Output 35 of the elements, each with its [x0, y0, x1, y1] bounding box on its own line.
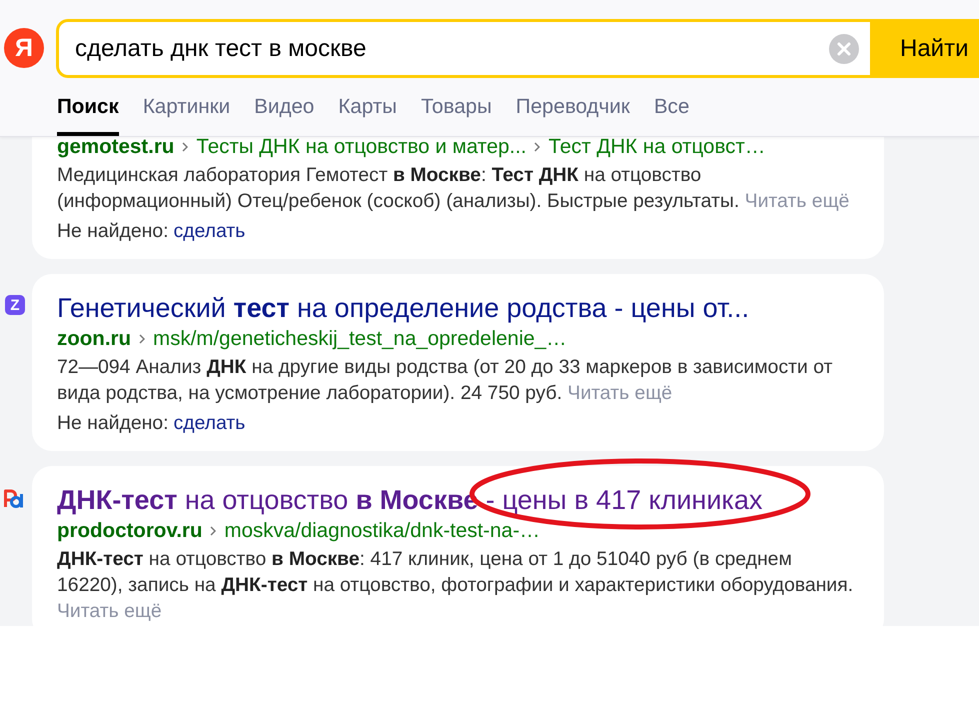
chevron-icon — [534, 142, 540, 152]
clear-icon[interactable] — [829, 34, 859, 64]
tab[interactable]: Товары — [420, 95, 492, 136]
breadcrumb-link[interactable]: moskva/diagnostika/dnk-test-na-… — [224, 521, 540, 541]
chevron-icon — [139, 334, 146, 344]
result-title[interactable]: ДНК-тест на отцовство в Москве - цены в 417 клиниках — [57, 485, 862, 515]
search-button[interactable]: Найти — [870, 19, 979, 78]
missing-term-link[interactable]: сделать — [173, 410, 246, 436]
tab[interactable]: Переводчик — [516, 95, 630, 136]
result-domain[interactable]: prodoctorov.ru — [57, 521, 202, 541]
tab[interactable]: Картинки — [142, 95, 230, 136]
logo-icon — [2, 487, 25, 509]
logo[interactable]: Я — [4, 28, 44, 68]
site-favicon: Z — [5, 295, 25, 315]
breadcrumb-link[interactable]: msk/m/geneticheskij_test_na_opredelenie_… — [153, 329, 567, 349]
result-snippet: Медицинская лаборатория Гемотест в Москве: Тест ДНК на отцовство (информационный) Отец/ребенок (соскоб) (анализы). Быстрые результаты. Читать ещё — [57, 163, 850, 214]
missing-term-link[interactable]: сделать — [173, 218, 246, 244]
read-more-link[interactable]: Читать ещё — [57, 600, 162, 622]
result-domain[interactable]: zoon.ru — [57, 329, 132, 349]
not-found-label: Не найдено: — [57, 219, 168, 244]
read-more-link[interactable]: Читать ещё — [744, 190, 850, 212]
result-snippet: ДНК-тест на отцовство в Москве: 417 клиник, цена от 1 до 51040 руб (в среднем 16220), запись на ДНК-тест на отцовство, фотографии и характеристики оборудования. Читать ещё — [57, 547, 854, 624]
breadcrumb-link[interactable]: Тесты ДНК на отцовство и матер... — [196, 137, 526, 157]
tab[interactable]: Карты — [338, 95, 397, 136]
result-domain[interactable]: gemotest.ru — [57, 137, 174, 157]
result-title[interactable]: Генетический тест на определение родства - цены от... — [57, 293, 862, 323]
chevron-icon — [182, 142, 188, 152]
chevron-icon — [210, 526, 216, 536]
not-found-label: Не найдено: — [57, 411, 168, 436]
tab[interactable]: Все — [654, 95, 690, 136]
result-snippet: 72—094 Анализ ДНК на другие виды родства (от 20 до 33 маркеров в зависимости от вида родства, на усмотрение лаборатории). 24 750 руб. Читать ещё — [57, 355, 834, 406]
breadcrumb-link[interactable]: Тест ДНК на отцовст… — [548, 137, 766, 157]
tab[interactable]: Видео — [254, 95, 314, 136]
read-more-link[interactable]: Читать ещё — [568, 382, 672, 404]
search-field[interactable]: сделать днк тест в москве — [56, 19, 870, 78]
